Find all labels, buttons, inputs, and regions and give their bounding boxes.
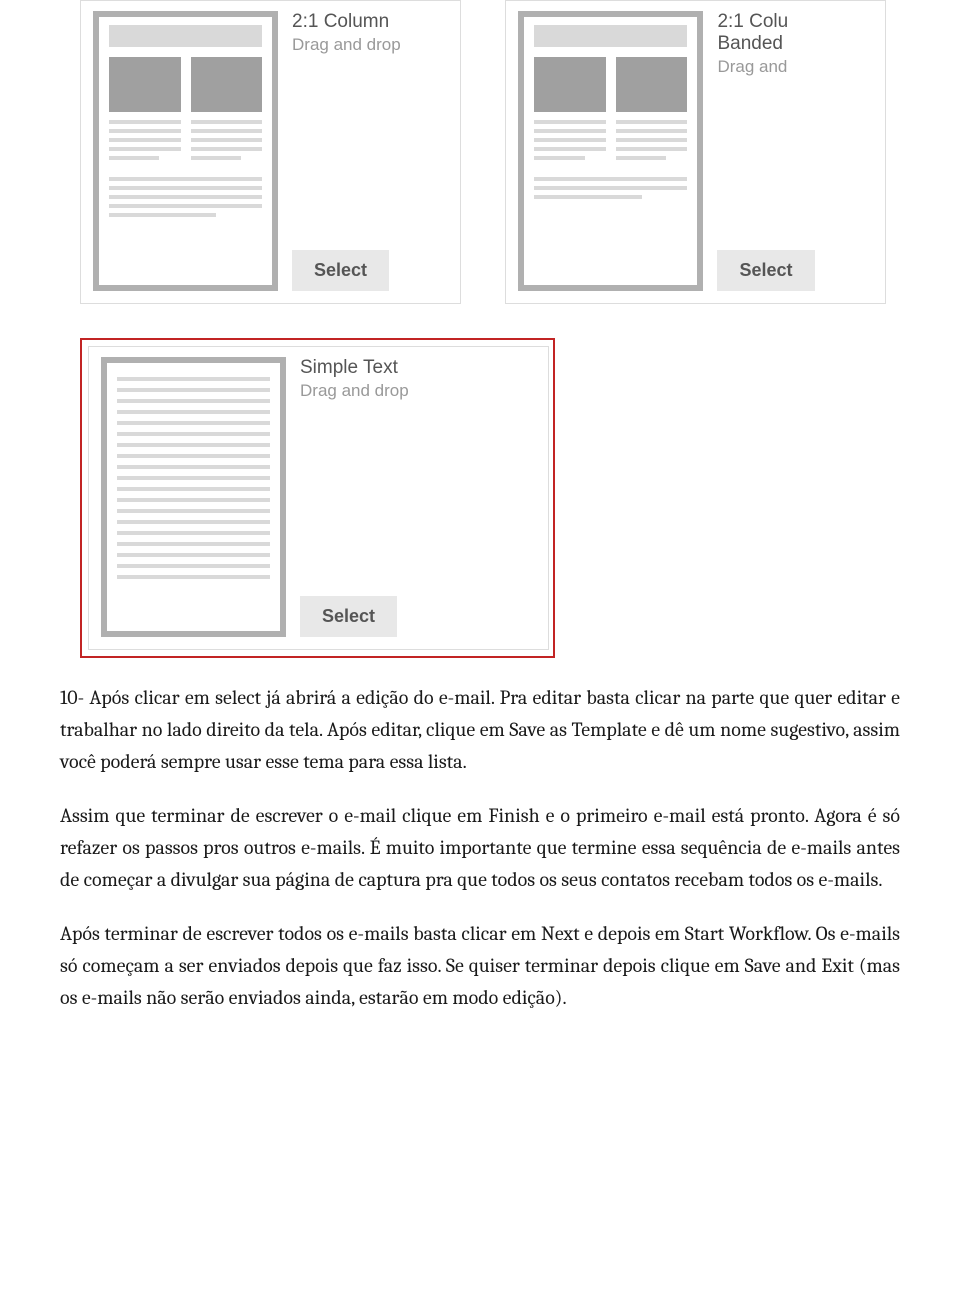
template-title: 2:1 Column xyxy=(292,11,438,33)
template-row: 2:1 Column Drag and drop Select xyxy=(0,0,960,304)
select-button[interactable]: Select xyxy=(717,250,814,291)
paragraph-finish: Assim que terminar de escrever o e-mail … xyxy=(60,800,900,896)
select-button[interactable]: Select xyxy=(300,596,397,637)
paragraph-next: Após terminar de escrever todos os e-mai… xyxy=(60,918,900,1014)
template-card-2-1-column-banded[interactable]: 2:1 Colu Banded Drag and Select xyxy=(505,0,886,304)
template-title-line2: Banded xyxy=(717,33,863,55)
select-button[interactable]: Select xyxy=(292,250,389,291)
template-thumb xyxy=(101,357,286,637)
paragraph-10: 10- Após clicar em select já abrirá a ed… xyxy=(60,682,900,778)
document-body: 10- Após clicar em select já abrirá a ed… xyxy=(0,682,960,1066)
template-subtitle: Drag and xyxy=(717,57,863,77)
template-thumb xyxy=(93,11,278,291)
template-thumb xyxy=(518,11,703,291)
template-subtitle: Drag and drop xyxy=(300,381,446,401)
template-title: 2:1 Colu xyxy=(717,11,863,33)
template-card-highlighted: Simple Text Drag and drop Select xyxy=(80,338,555,658)
template-title: Simple Text xyxy=(300,357,446,379)
template-subtitle: Drag and drop xyxy=(292,35,438,55)
template-card-2-1-column[interactable]: 2:1 Column Drag and drop Select xyxy=(80,0,461,304)
template-card-simple-text[interactable]: Simple Text Drag and drop Select xyxy=(88,346,549,650)
